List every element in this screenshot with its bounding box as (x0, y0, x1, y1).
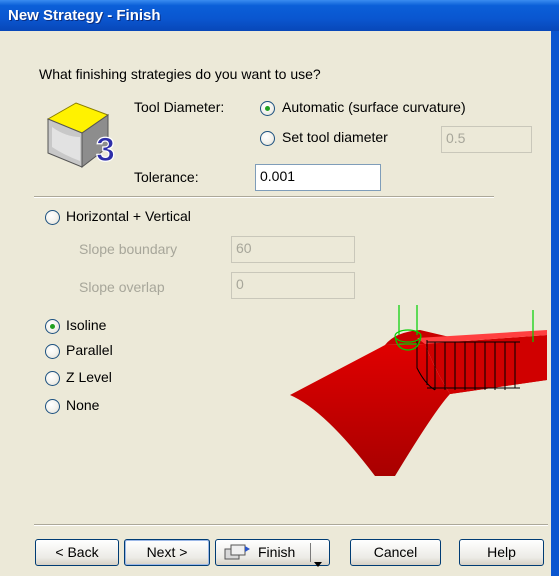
none-label[interactable]: None (66, 397, 99, 413)
finish-label: Finish (258, 544, 296, 560)
tolerance-input[interactable]: 0.001 (255, 164, 381, 191)
window-title: New Strategy - Finish (8, 7, 161, 24)
finish-icon (223, 544, 253, 561)
slope-boundary-label: Slope boundary (79, 241, 178, 257)
next-button[interactable]: Next > (124, 539, 210, 566)
set-diameter-label[interactable]: Set tool diameter (282, 129, 388, 145)
horizontal-vertical-label[interactable]: Horizontal + Vertical (66, 208, 191, 224)
help-button[interactable]: Help (459, 539, 544, 566)
automatic-radio[interactable] (260, 101, 275, 116)
parallel-radio[interactable] (45, 344, 60, 359)
slope-overlap-input[interactable]: 0 (231, 272, 355, 299)
z-level-radio[interactable] (45, 371, 60, 386)
button-separator (34, 524, 548, 526)
set-diameter-radio[interactable] (260, 131, 275, 146)
slope-overlap-label: Slope overlap (79, 279, 165, 295)
toolpath-preview-image (285, 300, 550, 480)
finish-split-divider (310, 543, 311, 562)
window-border (551, 31, 559, 576)
finish-button[interactable]: Finish (215, 539, 330, 567)
isoline-label[interactable]: Isoline (66, 317, 106, 333)
slope-boundary-input[interactable]: 60 (231, 236, 355, 263)
none-radio[interactable] (45, 399, 60, 414)
tolerance-label: Tolerance: (134, 169, 199, 185)
isoline-radio[interactable] (45, 319, 60, 334)
horizontal-vertical-radio[interactable] (45, 210, 60, 225)
title-bar: New Strategy - Finish (0, 0, 559, 31)
tool-diameter-input[interactable]: 0.5 (441, 126, 532, 153)
prompt-text: What finishing strategies do you want to… (39, 66, 321, 82)
parallel-label[interactable]: Parallel (66, 342, 113, 358)
separator (34, 196, 494, 198)
dropdown-arrow-icon[interactable] (314, 551, 324, 576)
3-axis-finish-icon: 3 (38, 97, 124, 175)
z-level-label[interactable]: Z Level (66, 369, 112, 385)
svg-text:3: 3 (96, 131, 115, 169)
tool-diameter-label: Tool Diameter: (134, 99, 225, 115)
back-button[interactable]: < Back (35, 539, 119, 566)
automatic-label[interactable]: Automatic (surface curvature) (282, 99, 466, 115)
cancel-button[interactable]: Cancel (350, 539, 441, 566)
